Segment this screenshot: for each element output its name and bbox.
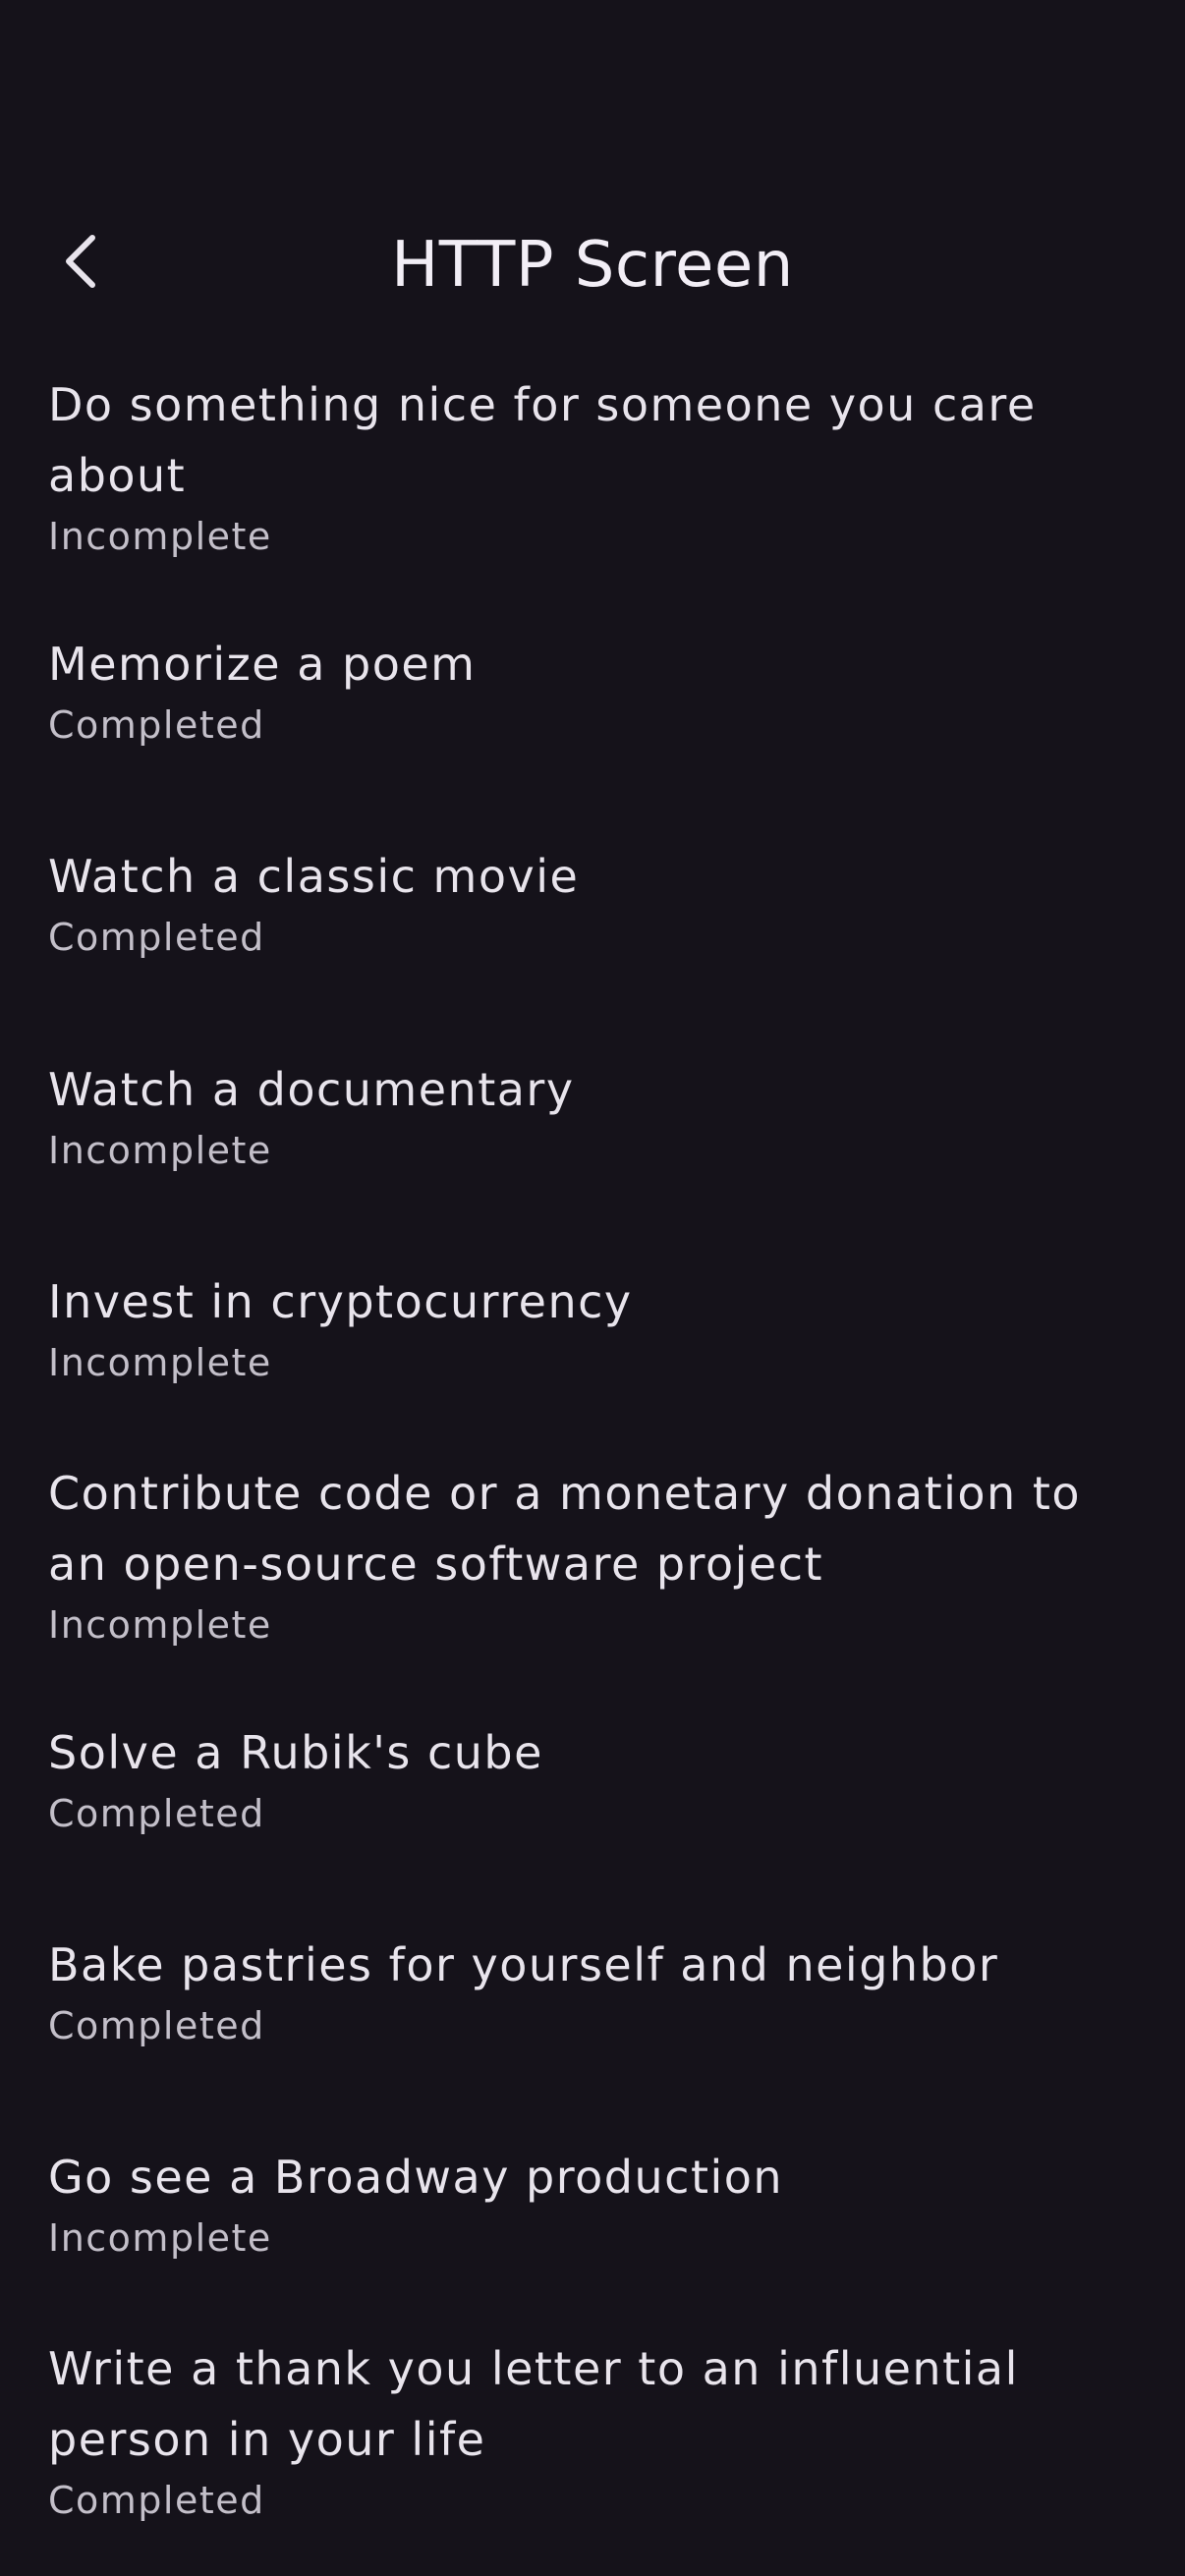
page-title: HTTP Screen [391,229,794,302]
todo-title: Watch a documentary [48,1063,575,1116]
todo-title: Do something nice for someone you care a… [48,378,1037,502]
list-item[interactable]: Bake pastries for yourself and neighbor … [48,1930,1139,2051]
todo-title: Contribute code or a monetary donation t… [48,1467,1081,1591]
todo-title: Invest in cryptocurrency [48,1275,633,1328]
todo-status: Completed [48,2479,265,2522]
todo-status: Incomplete [48,1341,272,1384]
todo-status: Incomplete [48,1129,272,1172]
list-item[interactable]: Watch a classic movie Completed [48,841,1139,963]
todo-title: Bake pastries for yourself and neighbor [48,1938,999,1991]
list-item[interactable]: Do something nice for someone you care a… [48,369,1139,562]
list-item[interactable]: Go see a Broadway production Incomplete [48,2142,1139,2264]
list-item[interactable]: Contribute code or a monetary donation t… [48,1458,1139,1651]
todo-title: Watch a classic movie [48,850,580,903]
status-bar [0,0,1185,177]
todo-status: Incomplete [48,2216,272,2260]
list-item[interactable]: Solve a Rubik's cube Completed [48,1717,1139,1839]
todo-title: Solve a Rubik's cube [48,1726,543,1779]
app-bar: HTTP Screen [0,196,1185,334]
todo-title: Memorize a poem [48,638,477,691]
todo-status: Incomplete [48,515,272,558]
todo-title: Write a thank you letter to an influenti… [48,2342,1019,2466]
list-item[interactable]: Memorize a poem Completed [48,629,1139,751]
todo-status: Completed [48,703,265,747]
list-item[interactable]: Write a thank you letter to an influenti… [48,2333,1139,2526]
todo-status: Incomplete [48,1603,272,1647]
todo-status: Completed [48,2004,265,2047]
todo-status: Completed [48,1792,265,1835]
list-item[interactable]: Watch a documentary Incomplete [48,1054,1139,1176]
todo-status: Completed [48,916,265,959]
list-item[interactable]: Invest in cryptocurrency Incomplete [48,1266,1139,1388]
todo-title: Go see a Broadway production [48,2151,784,2204]
